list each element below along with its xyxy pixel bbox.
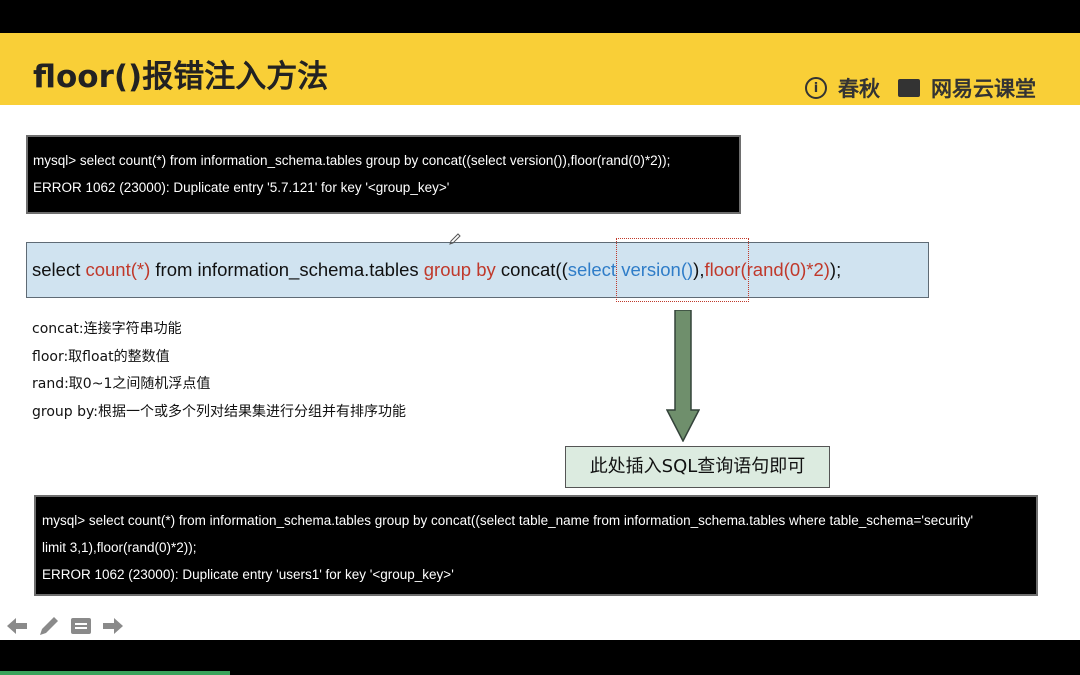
sql-segment: from information_schema.tables	[150, 259, 424, 280]
slide-menu-button[interactable]	[69, 615, 93, 637]
note-item: group by:根据一个或多个列对结果集进行分组并有排序功能	[32, 403, 406, 420]
arrow-right-icon	[103, 618, 123, 634]
pencil-cursor-icon	[449, 233, 461, 245]
arrow-left-icon	[7, 618, 27, 634]
sql-segment: group by	[423, 259, 496, 280]
menu-icon	[71, 618, 91, 634]
sql-statement: select count(*) from information_schema.…	[26, 242, 929, 298]
note-item: floor:取float的整数值	[32, 348, 170, 365]
slide-header: floor()报错注入方法 i 春秋 网易云课堂	[0, 33, 1080, 105]
sql-segment: select	[32, 259, 86, 280]
injection-point-highlight	[616, 238, 749, 302]
terminal-output-1: mysql> select count(*) from information_…	[26, 135, 741, 214]
sql-segment: );	[829, 259, 842, 280]
brand-netease: 网易云课堂	[931, 77, 1036, 101]
terminal-line: mysql> select count(*) from information_…	[33, 153, 671, 168]
terminal-line: ERROR 1062 (23000): Duplicate entry 'use…	[42, 567, 454, 582]
function-notes: concat:连接字符串功能 floor:取float的整数值 rand:取0~…	[32, 316, 406, 426]
previous-slide-button[interactable]	[5, 615, 29, 637]
terminal-line: ERROR 1062 (23000): Duplicate entry '5.7…	[33, 180, 450, 195]
sql-segment: count(*)	[85, 259, 151, 280]
video-progress-bar[interactable]	[0, 671, 230, 675]
ichunqiu-logo-icon: i	[805, 77, 827, 99]
terminal-line: limit 3,1),floor(rand(0)*2));	[42, 540, 197, 555]
brand-logos: i 春秋 网易云课堂	[805, 73, 1036, 103]
pencil-icon	[40, 617, 58, 635]
slide-navigation	[5, 615, 125, 637]
note-item: concat:连接字符串功能	[32, 321, 182, 337]
brand-chunqiu: 春秋	[838, 77, 880, 101]
slide-title: floor()报错注入方法	[33, 59, 329, 95]
next-slide-button[interactable]	[101, 615, 125, 637]
terminal-line: mysql> select count(*) from information_…	[42, 513, 974, 528]
insert-query-callout: 此处插入SQL查询语句即可	[565, 446, 830, 488]
sql-segment: concat((	[495, 259, 568, 280]
down-arrow-icon	[666, 310, 700, 442]
slide: floor()报错注入方法 i 春秋 网易云课堂 mysql> select c…	[0, 33, 1080, 640]
terminal-output-2: mysql> select count(*) from information_…	[34, 495, 1038, 596]
netease-logo-icon	[898, 79, 920, 97]
pen-tool-button[interactable]	[37, 615, 61, 637]
note-item: rand:取0~1之间随机浮点值	[32, 376, 211, 392]
